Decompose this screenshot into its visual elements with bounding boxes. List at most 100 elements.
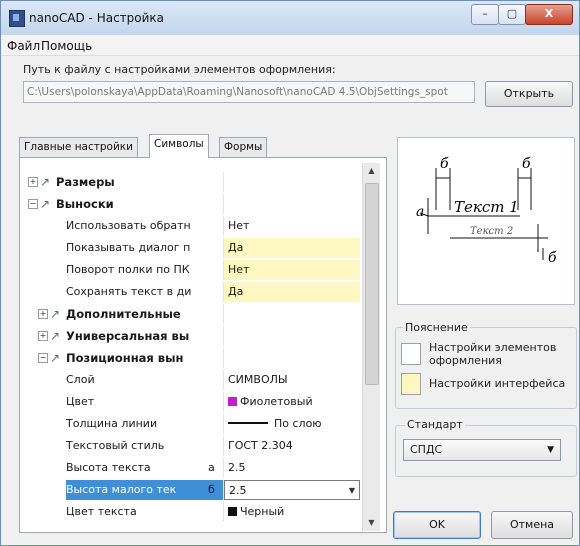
grid-row-name: Поворот полки по ПК: [66, 263, 190, 276]
standard-title: Стандарт: [405, 418, 465, 431]
grid-row-value: [224, 348, 360, 368]
grid-row-name: Цвет: [66, 395, 95, 408]
grid-row[interactable]: Цвет текста Черный: [28, 502, 360, 522]
close-button[interactable]: X: [525, 4, 573, 25]
leader-icon: ↗: [40, 197, 51, 211]
grid-row-value: [224, 194, 360, 214]
legend-group: [395, 327, 577, 409]
grid-row[interactable]: − ↗ Позиционная вын: [28, 348, 360, 368]
grid-value-text: Нет: [228, 219, 250, 232]
grid-value-text: Фиолетовый: [240, 395, 313, 408]
grid-row-value[interactable]: Нет: [224, 260, 360, 280]
grid-scrollbar[interactable]: ▲ ▼: [362, 163, 380, 531]
collapse-icon[interactable]: −: [28, 199, 38, 209]
tab-forms[interactable]: Формы: [219, 137, 268, 157]
grid-row[interactable]: Показывать диалог п Да: [28, 238, 360, 258]
grid-row-name: Использовать обратн: [66, 219, 191, 232]
grid-value-text: Нет: [228, 263, 250, 276]
expand-icon[interactable]: +: [38, 309, 48, 319]
legend-text-elements: Настройки элементов оформления: [429, 341, 557, 367]
grid-row[interactable]: − ↗ Выноски: [28, 194, 360, 214]
property-grid[interactable]: + ↗ Размеры − ↗ Выноски Использовать обратн Нет…: [28, 172, 360, 529]
chevron-down-icon[interactable]: ▼: [349, 481, 355, 499]
scroll-up-arrow[interactable]: ▲: [363, 163, 380, 179]
preview-text-2: Текст 2: [470, 226, 513, 237]
grid-row[interactable]: Слой СИМВОЛЫ: [28, 370, 360, 390]
cancel-button[interactable]: Отмена: [491, 511, 573, 539]
size-letter: б: [208, 483, 215, 496]
legend-title: Пояснение: [403, 321, 470, 334]
grid-row[interactable]: Высота малого тек б 2.5 ▼: [28, 480, 360, 500]
preview-letter-b1: б: [440, 156, 449, 172]
grid-row[interactable]: Толщина линии По слою: [28, 414, 360, 434]
grid-row[interactable]: Высота текста а 2.5: [28, 458, 360, 478]
grid-row-value[interactable]: СИМВОЛЫ: [224, 370, 360, 390]
preview-letter-a: а: [416, 204, 424, 220]
leader-icon: ↗: [50, 307, 61, 321]
collapse-icon[interactable]: −: [38, 353, 48, 363]
grid-row-value[interactable]: ГОСТ 2.304: [224, 436, 360, 456]
leader-icon: ↗: [50, 351, 61, 365]
grid-row-name: Толщина линии: [66, 417, 158, 430]
preview-letter-b3: б: [548, 250, 557, 266]
grid-row[interactable]: Сохранять текст в ди Да: [28, 282, 360, 302]
tab-symbols[interactable]: Символы: [149, 134, 209, 158]
grid-row-value[interactable]: Черный: [224, 502, 360, 522]
line-weight-icon: [228, 422, 268, 424]
grid-row-value[interactable]: 2.5 ▼: [224, 480, 360, 500]
maximize-button[interactable]: ▢: [498, 4, 526, 25]
standard-value: СПДС: [410, 443, 443, 456]
legend-swatch-interface: [401, 373, 421, 395]
dimension-icon: ↗: [40, 175, 51, 189]
grid-row-value[interactable]: 2.5: [224, 458, 360, 478]
path-label: Путь к файлу с настройками элементов офо…: [23, 63, 336, 76]
size-letter: а: [208, 461, 215, 474]
grid-row-value[interactable]: Фиолетовый: [224, 392, 360, 412]
grid-row-name: Текстовый стиль: [66, 439, 165, 452]
expand-icon[interactable]: +: [28, 177, 38, 187]
menu-file[interactable]: Файл: [7, 39, 40, 53]
grid-row-value[interactable]: По слою: [224, 414, 360, 434]
grid-row[interactable]: Цвет Фиолетовый: [28, 392, 360, 412]
title-bar[interactable]: nanoCAD - Настройка – ▢ X: [1, 1, 579, 35]
grid-row-name: Цвет текста: [66, 505, 137, 518]
minimize-button[interactable]: –: [471, 4, 499, 25]
grid-row-name: Дополнительные: [66, 307, 181, 321]
standard-select[interactable]: СПДС ▼: [403, 439, 561, 461]
grid-row[interactable]: + ↗ Дополнительные: [28, 304, 360, 324]
grid-row-value[interactable]: Да: [224, 282, 360, 302]
grid-value-text: ГОСТ 2.304: [228, 439, 293, 452]
menu-help[interactable]: Помощь: [41, 39, 92, 53]
expand-icon[interactable]: +: [38, 331, 48, 341]
ok-button[interactable]: OK: [393, 511, 481, 539]
scroll-thumb[interactable]: [365, 183, 379, 385]
leader-icon: ↗: [50, 329, 61, 343]
grid-row-name: Позиционная вын: [66, 351, 184, 365]
grid-value-text: 2.5: [229, 484, 247, 497]
grid-row[interactable]: Использовать обратн Нет: [28, 216, 360, 236]
window-title: nanoCAD - Настройка: [29, 11, 165, 25]
tab-main-settings[interactable]: Главные настройки: [19, 137, 138, 157]
preview-text-1: Текст 1: [454, 198, 519, 216]
legend-swatch-elements: [401, 343, 421, 365]
grid-row-value[interactable]: Нет: [224, 216, 360, 236]
grid-row-name: Высота текста: [66, 461, 151, 474]
grid-row[interactable]: Текстовый стиль ГОСТ 2.304: [28, 436, 360, 456]
grid-row-value: [224, 172, 360, 192]
color-swatch-icon: [228, 507, 237, 516]
grid-row[interactable]: + ↗ Универсальная вы: [28, 326, 360, 346]
grid-value-text: 2.5: [228, 461, 246, 474]
grid-row-name: Сохранять текст в ди: [66, 285, 192, 298]
grid-row-value[interactable]: Да: [224, 238, 360, 258]
grid-row-name: Размеры: [56, 175, 115, 189]
grid-row[interactable]: + ↗ Размеры: [28, 172, 360, 192]
leader-preview-drawing: а б б б Текст 1 Текст 2: [416, 156, 557, 266]
chevron-down-icon: ▼: [547, 445, 554, 455]
settings-path-field[interactable]: C:\Users\polonskaya\AppData\Roaming\Nano…: [23, 81, 475, 103]
open-button[interactable]: Открыть: [485, 81, 573, 107]
grid-row-value: [224, 326, 360, 346]
scroll-down-arrow[interactable]: ▼: [363, 515, 380, 531]
grid-row[interactable]: Поворот полки по ПК Нет: [28, 260, 360, 280]
settings-window: nanoCAD - Настройка – ▢ X Файл Помощь Пу…: [0, 0, 580, 546]
grid-value-text: Черный: [240, 505, 285, 518]
